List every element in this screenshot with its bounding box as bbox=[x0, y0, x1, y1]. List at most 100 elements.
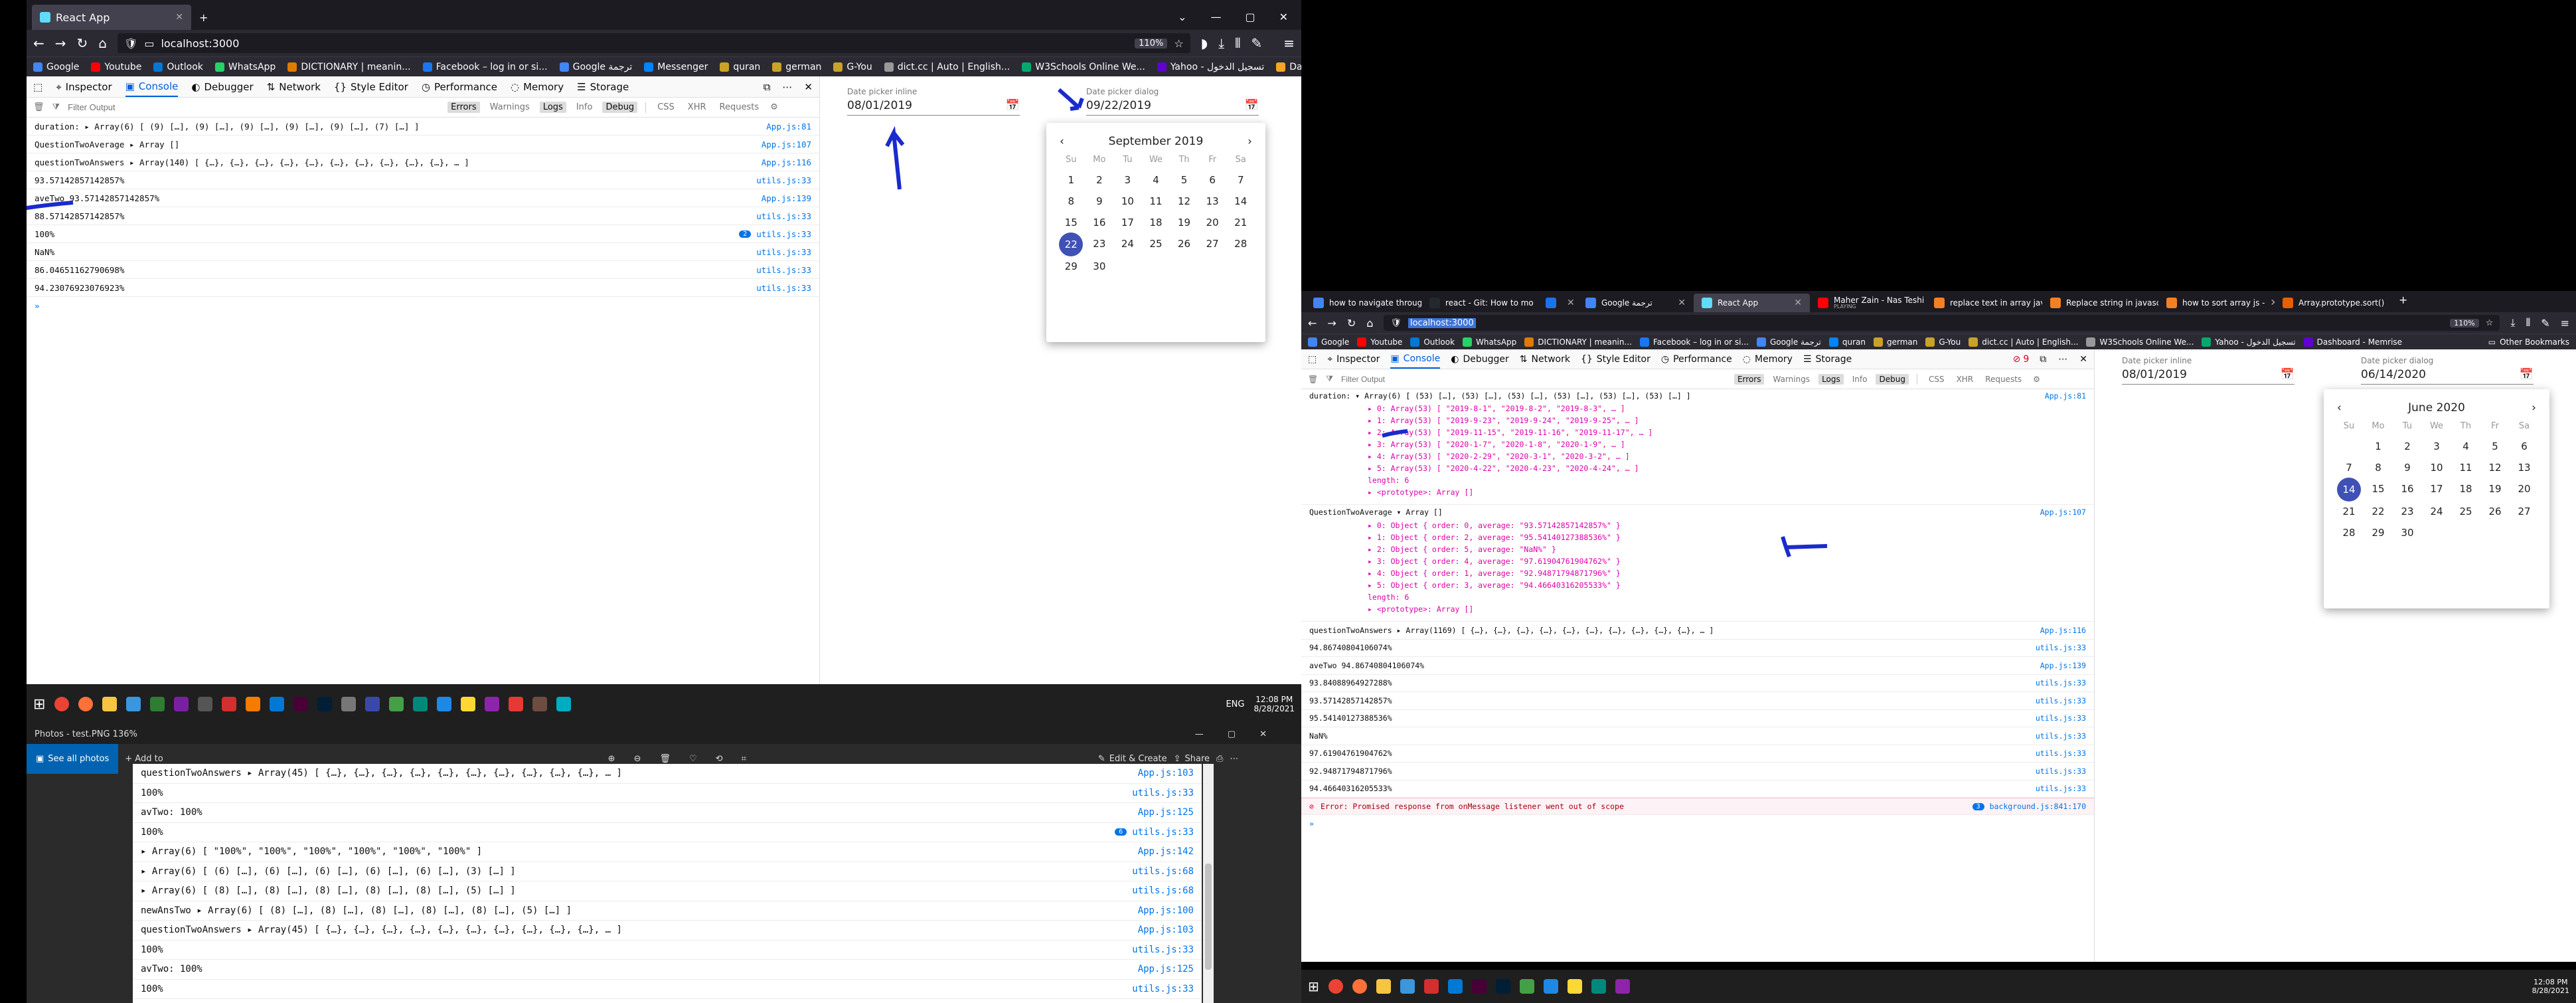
edit-create-button[interactable]: ✎ Edit & Create bbox=[1098, 754, 1167, 764]
xd-icon[interactable] bbox=[1471, 979, 1487, 994]
log-row[interactable]: 100% 2 utils.js:33 bbox=[27, 225, 819, 243]
vscode-icon[interactable] bbox=[270, 697, 285, 711]
log-source[interactable]: background.js:841:170 bbox=[1990, 802, 2086, 811]
devtools-tab-storage[interactable]: ☰ Storage bbox=[1803, 354, 1852, 365]
calendar-day[interactable]: 2 bbox=[1086, 174, 1114, 186]
log-source[interactable]: utils.js:33 bbox=[2036, 713, 2086, 723]
devtools-tab-debugger[interactable]: ◐ Debugger bbox=[1451, 354, 1509, 365]
bookmark-item[interactable]: Dashboard - Memrise bbox=[2303, 337, 2402, 347]
calendar-day[interactable]: 5 bbox=[2480, 440, 2510, 452]
calendar-icon[interactable]: 📅 bbox=[1245, 99, 1259, 112]
devtools-tab-performance[interactable]: ◷ Performance bbox=[422, 81, 497, 93]
zoom-in-icon[interactable]: ⊕ bbox=[608, 754, 615, 764]
firefox-icon[interactable] bbox=[78, 697, 94, 711]
bookmark-item[interactable]: Youtube bbox=[1357, 337, 1402, 347]
log-row[interactable]: 93.57142857142857% utils.js:33 bbox=[27, 171, 819, 189]
browser-tab[interactable]: ✕ bbox=[1538, 294, 1577, 312]
log-source[interactable]: utils.js:33 bbox=[756, 229, 811, 239]
calendar-day[interactable]: 18 bbox=[2451, 483, 2480, 496]
calendar-day[interactable]: 13 bbox=[1198, 195, 1227, 207]
bookmark-item[interactable]: Outlook bbox=[1410, 337, 1455, 347]
log-row[interactable]: avTwo: 100% App.js:125 bbox=[133, 960, 1202, 980]
bookmark-item[interactable]: Yahoo - تسجيل الدخول bbox=[1157, 62, 1264, 72]
console-prompt[interactable]: » bbox=[27, 297, 819, 315]
photo-scrollbar[interactable] bbox=[1203, 764, 1214, 1003]
calendar-day[interactable]: 1 bbox=[1057, 174, 1086, 186]
close-icon[interactable]: ✕ bbox=[804, 81, 813, 93]
log-source[interactable]: App.js:116 bbox=[762, 157, 811, 167]
bookmark-item[interactable]: Yahoo - تسجيل الدخول bbox=[2202, 337, 2296, 347]
expanded-entry[interactable]: ▸ <prototype>: Array [] bbox=[1301, 486, 2094, 498]
bookmark-item[interactable]: quran bbox=[720, 62, 760, 72]
log-source[interactable]: utils.js:68 bbox=[1132, 866, 1194, 877]
close-icon[interactable]: ✕ bbox=[1794, 298, 1802, 308]
log-row[interactable]: 88.57142857142857% utils.js:33 bbox=[27, 207, 819, 225]
log-row[interactable]: questionTwoAnswers ▸ Array(45) [ {…}, {…… bbox=[133, 764, 1202, 784]
devtools-tab-storage[interactable]: ☰ Storage bbox=[577, 81, 629, 93]
calendar-icon[interactable]: 📅 bbox=[2520, 368, 2534, 381]
browser-tab[interactable]: React App ✕ bbox=[1694, 294, 1810, 312]
reload-icon[interactable]: ↻ bbox=[77, 35, 88, 51]
filter-logs[interactable]: Logs bbox=[1818, 373, 1844, 385]
log-source[interactable]: App.js:142 bbox=[1138, 846, 1194, 857]
log-row[interactable]: questionTwoAnswers ▸ Array(45) [ {…}, {…… bbox=[133, 921, 1202, 941]
url-text[interactable]: localhost:3000 bbox=[161, 37, 239, 50]
bookmark-item[interactable]: Outlook bbox=[153, 62, 203, 72]
calendar-day[interactable]: 16 bbox=[2393, 483, 2422, 496]
calendar-day[interactable]: 11 bbox=[1142, 195, 1170, 207]
calendar-day[interactable]: 7 bbox=[1226, 174, 1255, 186]
calendar-day[interactable]: 26 bbox=[2480, 505, 2510, 517]
date-dialog-field[interactable]: 09/22/2019 📅 bbox=[1086, 96, 1259, 116]
expanded-entry[interactable]: ▸ 3: Object { order: 4, average: "97.619… bbox=[1301, 555, 2094, 567]
devtools-tab-inspector[interactable]: ⌖ Inspector bbox=[56, 81, 112, 93]
filter-warnings[interactable]: Warnings bbox=[487, 102, 533, 113]
calendar-day[interactable]: 18 bbox=[1142, 217, 1170, 228]
devtools-tab-inspector[interactable]: ⌖ Inspector bbox=[1327, 354, 1380, 365]
menu-icon[interactable]: ≡ bbox=[2561, 317, 2569, 329]
log-row[interactable]: 93.57142857142857% utils.js:33 bbox=[1301, 692, 2094, 710]
close-icon[interactable]: ✕ bbox=[1678, 298, 1686, 308]
folder-icon[interactable] bbox=[1376, 979, 1391, 994]
chrome-icon[interactable] bbox=[1328, 979, 1343, 994]
new-tab-button[interactable]: + bbox=[191, 5, 216, 30]
library-icon[interactable]: ⫴ bbox=[2526, 316, 2530, 329]
delete-icon[interactable]: 🗑 bbox=[659, 754, 671, 764]
photoshop-icon[interactable] bbox=[317, 697, 333, 711]
log-source[interactable]: utils.js:33 bbox=[756, 247, 811, 257]
bookmark-item[interactable]: W3Schools Online We... bbox=[1022, 62, 1145, 72]
bookmark-item[interactable]: dict.cc | Auto | English... bbox=[884, 62, 1010, 72]
close-icon[interactable]: ✕ bbox=[175, 12, 183, 23]
pick-element-icon[interactable]: ⬚ bbox=[33, 81, 42, 93]
browser-tab[interactable]: how to sort array js - ✕ bbox=[2158, 294, 2275, 312]
dock-icon[interactable]: ⧉ bbox=[764, 81, 771, 93]
url-bar[interactable]: 🛡 ▭ localhost:3000 110% ☆ bbox=[118, 33, 1190, 53]
devtools-tab-console[interactable]: ▣ Console bbox=[125, 76, 179, 97]
filter-xhr[interactable]: XHR bbox=[684, 102, 710, 113]
error-counter[interactable]: ⊘ 9 bbox=[2013, 354, 2030, 365]
filter-logs[interactable]: Logs bbox=[539, 102, 566, 113]
log-row[interactable]: ▸ Array(6) [ (6) […], (6) […], (6) […], … bbox=[133, 862, 1202, 881]
log-row[interactable]: ▸ Array(6) [ (8) […], (8) […], (8) […], … bbox=[133, 881, 1202, 901]
log-row[interactable]: avTwo: 100% App.js:125 bbox=[133, 803, 1202, 823]
app-icon[interactable] bbox=[150, 697, 165, 711]
calendar-day[interactable]: 10 bbox=[1113, 195, 1142, 207]
devtools-tab-console[interactable]: ▣ Console bbox=[1390, 349, 1441, 369]
star-icon[interactable]: ☆ bbox=[1174, 37, 1183, 50]
new-tab-button[interactable]: + bbox=[2391, 291, 2415, 312]
log-source[interactable]: App.js:107 bbox=[762, 139, 811, 149]
devtools-tab-network[interactable]: ⇅ Network bbox=[1520, 354, 1570, 365]
calendar-day[interactable]: 14 bbox=[1226, 195, 1255, 207]
bookmark-item[interactable]: Google bbox=[1308, 337, 1349, 347]
bookmark-item[interactable]: german bbox=[772, 62, 821, 72]
log-source[interactable]: utils.js:33 bbox=[2036, 678, 2086, 687]
trash-icon[interactable]: 🗑 bbox=[33, 102, 44, 112]
folder-icon[interactable] bbox=[102, 697, 118, 711]
bookmark-item[interactable]: WhatsApp bbox=[1463, 337, 1516, 347]
log-row[interactable]: NaN% utils.js:33 bbox=[27, 243, 819, 261]
calendar-day[interactable]: 13 bbox=[2510, 462, 2539, 474]
log-source[interactable]: utils.js:33 bbox=[756, 211, 811, 221]
log-source[interactable]: App.js:81 bbox=[2045, 391, 2086, 401]
chevron-left-icon[interactable]: ‹ bbox=[2337, 401, 2342, 414]
download-icon[interactable]: ⤓ bbox=[2510, 316, 2515, 329]
filter-requests[interactable]: Requests bbox=[716, 102, 763, 113]
